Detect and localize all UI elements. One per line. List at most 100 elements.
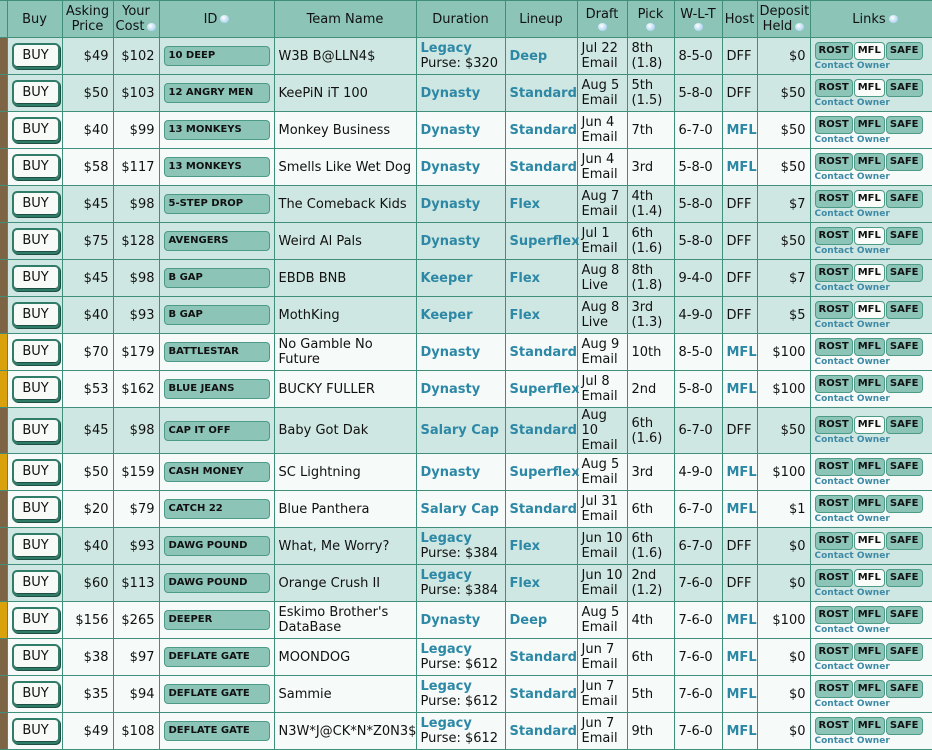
buy-button[interactable]: BUY <box>12 607 60 633</box>
rost-button[interactable]: ROST <box>815 227 853 245</box>
mfl-button[interactable]: MFL <box>854 569 885 587</box>
contact-owner-link[interactable]: Contact Owner <box>815 551 932 561</box>
rost-button[interactable]: ROST <box>815 717 853 735</box>
buy-button[interactable]: BUY <box>12 644 60 670</box>
rost-button[interactable]: ROST <box>815 153 853 171</box>
col-deposit-held[interactable]: DepositHeld <box>757 1 810 38</box>
sort-orb-icon[interactable] <box>694 23 703 31</box>
contact-owner-link[interactable]: Contact Owner <box>815 435 932 445</box>
mfl-button[interactable]: MFL <box>854 116 885 134</box>
contact-owner-link[interactable]: Contact Owner <box>815 625 932 635</box>
safe-button[interactable]: SAFE <box>886 338 923 356</box>
mfl-button[interactable]: MFL <box>854 532 885 550</box>
duration-link[interactable]: Dynasty <box>421 86 481 101</box>
rost-button[interactable]: ROST <box>815 375 853 393</box>
rost-button[interactable]: ROST <box>815 569 853 587</box>
host-link[interactable]: MFL <box>727 502 757 517</box>
duration-link[interactable]: Dynasty <box>421 234 481 249</box>
safe-button[interactable]: SAFE <box>886 264 923 282</box>
mfl-button[interactable]: MFL <box>854 301 885 319</box>
contact-owner-link[interactable]: Contact Owner <box>815 61 932 71</box>
col-wlt[interactable]: W-L-T <box>674 1 722 38</box>
safe-button[interactable]: SAFE <box>886 153 923 171</box>
lineup-link[interactable]: Standard <box>510 345 577 360</box>
league-id-button[interactable]: BATTLESTAR <box>164 342 270 362</box>
contact-owner-link[interactable]: Contact Owner <box>815 662 932 672</box>
mfl-button[interactable]: MFL <box>854 153 885 171</box>
mfl-button[interactable]: MFL <box>854 338 885 356</box>
lineup-link[interactable]: Standard <box>510 724 577 739</box>
col-duration[interactable]: Duration <box>416 1 505 38</box>
contact-owner-link[interactable]: Contact Owner <box>815 736 932 746</box>
host-link[interactable]: MFL <box>727 123 757 138</box>
col-buy[interactable]: Buy <box>7 1 62 38</box>
host-link[interactable]: MFL <box>727 345 757 360</box>
host-link[interactable]: MFL <box>727 160 757 175</box>
mfl-button[interactable]: MFL <box>854 606 885 624</box>
mfl-button[interactable]: MFL <box>854 79 885 97</box>
rost-button[interactable]: ROST <box>815 680 853 698</box>
col-asking-price[interactable]: AskingPrice <box>62 1 113 38</box>
col-lineup[interactable]: Lineup <box>505 1 577 38</box>
rost-button[interactable]: ROST <box>815 606 853 624</box>
rost-button[interactable]: ROST <box>815 190 853 208</box>
contact-owner-link[interactable]: Contact Owner <box>815 172 932 182</box>
host-link[interactable]: MFL <box>727 724 757 739</box>
league-id-button[interactable]: DEFLATE GATE <box>164 721 270 741</box>
contact-owner-link[interactable]: Contact Owner <box>815 209 932 219</box>
league-id-button[interactable]: 13 MONKEYS <box>164 120 270 140</box>
lineup-link[interactable]: Flex <box>510 576 541 591</box>
league-id-button[interactable]: 10 DEEP <box>164 46 270 66</box>
league-id-button[interactable]: B GAP <box>164 305 270 325</box>
host-link[interactable]: MFL <box>727 650 757 665</box>
safe-button[interactable]: SAFE <box>886 301 923 319</box>
safe-button[interactable]: SAFE <box>886 375 923 393</box>
contact-owner-link[interactable]: Contact Owner <box>815 699 932 709</box>
col-pick[interactable]: Pick <box>627 1 674 38</box>
league-id-button[interactable]: B GAP <box>164 268 270 288</box>
duration-link[interactable]: Salary Cap <box>421 502 499 517</box>
mfl-button[interactable]: MFL <box>854 643 885 661</box>
safe-button[interactable]: SAFE <box>886 717 923 735</box>
safe-button[interactable]: SAFE <box>886 643 923 661</box>
lineup-link[interactable]: Standard <box>510 123 577 138</box>
lineup-link[interactable]: Standard <box>510 650 577 665</box>
rost-button[interactable]: ROST <box>815 338 853 356</box>
lineup-link[interactable]: Deep <box>510 613 548 628</box>
col-links[interactable]: Links <box>810 1 932 38</box>
mfl-button[interactable]: MFL <box>854 416 885 434</box>
buy-button[interactable]: BUY <box>12 80 60 106</box>
buy-button[interactable]: BUY <box>12 191 60 217</box>
lineup-link[interactable]: Standard <box>510 86 577 101</box>
lineup-link[interactable]: Flex <box>510 539 541 554</box>
rost-button[interactable]: ROST <box>815 495 853 513</box>
rost-button[interactable]: ROST <box>815 458 853 476</box>
contact-owner-link[interactable]: Contact Owner <box>815 98 932 108</box>
rost-button[interactable]: ROST <box>815 116 853 134</box>
duration-link[interactable]: Legacy <box>421 716 472 731</box>
sort-orb-icon[interactable] <box>795 23 804 31</box>
safe-button[interactable]: SAFE <box>886 569 923 587</box>
buy-button[interactable]: BUY <box>12 681 60 707</box>
safe-button[interactable]: SAFE <box>886 495 923 513</box>
safe-button[interactable]: SAFE <box>886 42 923 60</box>
league-id-button[interactable]: DAWG POUND <box>164 536 270 556</box>
duration-link[interactable]: Dynasty <box>421 382 481 397</box>
buy-button[interactable]: BUY <box>12 533 60 559</box>
league-id-button[interactable]: 5-STEP DROP <box>164 194 270 214</box>
buy-button[interactable]: BUY <box>12 418 60 444</box>
buy-button[interactable]: BUY <box>12 376 60 402</box>
rost-button[interactable]: ROST <box>815 643 853 661</box>
league-id-button[interactable]: 13 MONKEYS <box>164 157 270 177</box>
duration-link[interactable]: Dynasty <box>421 345 481 360</box>
league-id-button[interactable]: DEFLATE GATE <box>164 647 270 667</box>
duration-link[interactable]: Keeper <box>421 271 473 286</box>
rost-button[interactable]: ROST <box>815 42 853 60</box>
mfl-button[interactable]: MFL <box>854 495 885 513</box>
mfl-button[interactable]: MFL <box>854 227 885 245</box>
mfl-button[interactable]: MFL <box>854 458 885 476</box>
rost-button[interactable]: ROST <box>815 416 853 434</box>
lineup-link[interactable]: Flex <box>510 271 541 286</box>
buy-button[interactable]: BUY <box>12 154 60 180</box>
mfl-button[interactable]: MFL <box>854 190 885 208</box>
